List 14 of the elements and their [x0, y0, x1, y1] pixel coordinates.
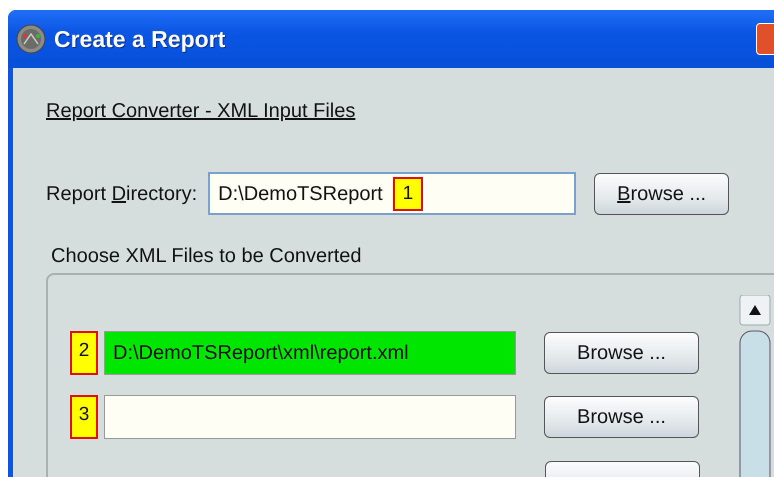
- field-label: Report Directory:: [46, 182, 198, 206]
- app-icon: [16, 24, 46, 54]
- group-title: Choose XML Files to be Converted: [51, 244, 363, 269]
- file-field[interactable]: D:\DemoTSReport\xml\report.xml: [104, 331, 516, 375]
- browse-button[interactable]: Browse ...: [544, 396, 699, 438]
- browse-button[interactable]: Browse ...: [594, 172, 730, 214]
- browse-button[interactable]: Browse ...: [544, 332, 699, 374]
- marker-badge: 1: [392, 176, 424, 210]
- directory-field[interactable]: D:\DemoTSReport 1: [208, 172, 576, 215]
- file-field[interactable]: [104, 395, 516, 439]
- window-title: Create a Report: [54, 24, 226, 54]
- marker-badge: 2: [70, 331, 98, 375]
- section-heading: Report Converter - XML Input Files: [46, 99, 356, 124]
- marker-badge: 3: [70, 395, 98, 439]
